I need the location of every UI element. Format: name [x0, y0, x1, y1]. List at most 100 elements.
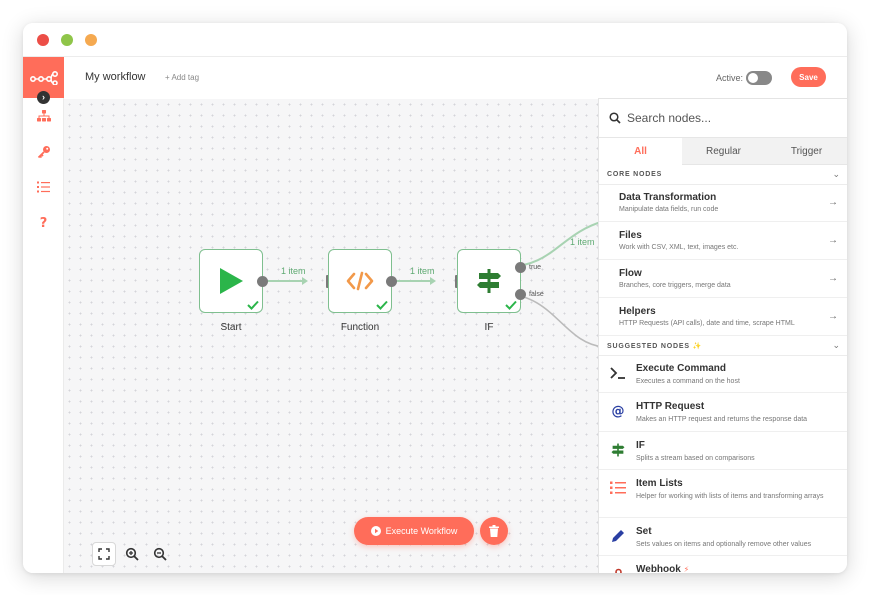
toggle-knob	[748, 73, 758, 83]
node-item-execute-command[interactable]: Execute Command Executes a command on th…	[599, 356, 847, 393]
list-icon	[609, 479, 627, 497]
sidebar: › ?	[23, 57, 64, 573]
node-item-title: HTTP Request	[636, 401, 705, 412]
pen-icon	[609, 527, 627, 545]
connection-arrow-icon	[430, 277, 436, 285]
arrow-right-icon: →	[828, 311, 838, 322]
zoom-in-button[interactable]	[120, 542, 144, 566]
category-helpers[interactable]: Helpers HTTP Requests (API calls), date …	[599, 299, 847, 336]
search-nodes-input[interactable]	[627, 108, 837, 128]
chevron-down-icon: ⌄	[832, 169, 840, 179]
arrow-right-icon: →	[828, 273, 838, 284]
category-description: Manipulate data fields, run code	[619, 206, 719, 213]
signpost-icon	[477, 269, 501, 293]
tab-all[interactable]: All	[599, 138, 682, 165]
play-icon	[220, 268, 243, 294]
node-item-description: Sets values on items and optionally remo…	[636, 541, 812, 548]
tab-regular[interactable]: Regular	[682, 138, 765, 165]
sparkle-icon: ✨	[692, 343, 703, 350]
workflow-header: My workflow + Add tag Active: Save	[64, 57, 847, 99]
code-icon	[346, 271, 374, 291]
node-item-http-request[interactable]: @ HTTP Request Makes an HTTP request and…	[599, 394, 847, 432]
zoom-out-icon	[153, 547, 167, 561]
zoom-out-button[interactable]	[148, 542, 172, 566]
arrow-right-icon: →	[828, 197, 838, 208]
close-window-button[interactable]	[37, 34, 49, 46]
function-node[interactable]	[328, 249, 392, 313]
if-true-output-port[interactable]	[515, 262, 526, 273]
suggested-nodes-header[interactable]: SUGGESTED NODES ✨ ⌄	[599, 336, 847, 356]
minimize-window-button[interactable]	[85, 34, 97, 46]
core-nodes-heading: CORE NODES	[607, 171, 663, 178]
category-title: Files	[619, 230, 642, 241]
suggested-nodes-heading: SUGGESTED NODES ✨	[607, 343, 703, 350]
save-button[interactable]: Save	[791, 67, 826, 87]
execute-workflow-label: Execute Workflow	[385, 526, 458, 536]
node-item-title: Execute Command	[636, 363, 727, 374]
executions-list-icon[interactable]	[34, 177, 53, 196]
category-description: Branches, core triggers, merge data	[619, 282, 731, 289]
active-label: Active:	[716, 73, 744, 83]
node-item-item-lists[interactable]: Item Lists Helper for working with lists…	[599, 471, 847, 518]
title-bar	[23, 23, 847, 57]
terminal-icon	[609, 364, 627, 382]
workflow-name[interactable]: My workflow	[85, 71, 146, 83]
category-title: Helpers	[619, 306, 656, 317]
connection-item-count: 1 item	[281, 266, 306, 276]
check-icon	[376, 300, 388, 310]
delete-workflow-button[interactable]	[480, 517, 508, 545]
zoom-in-icon	[125, 547, 139, 561]
play-circle-icon	[370, 526, 381, 536]
category-data-transformation[interactable]: Data Transformation Manipulate data fiel…	[599, 185, 847, 222]
credentials-key-icon[interactable]	[34, 142, 53, 161]
true-branch-label: true	[529, 264, 542, 271]
node-item-title: IF	[636, 440, 645, 451]
search-icon	[609, 112, 621, 124]
maximize-window-button[interactable]	[61, 34, 73, 46]
category-files[interactable]: Files Work with CSV, XML, text, images e…	[599, 223, 847, 260]
app-window: › ? My workflow + Add tag Active: Save S…	[23, 23, 847, 573]
fullscreen-icon	[98, 548, 110, 560]
category-flow[interactable]: Flow Branches, core triggers, merge data…	[599, 261, 847, 298]
start-node-label: Start	[220, 322, 242, 333]
expand-sidebar-icon[interactable]: ›	[37, 91, 50, 104]
connection-item-count: 1 item	[410, 266, 435, 276]
function-output-port[interactable]	[386, 276, 397, 287]
check-icon	[505, 300, 517, 310]
trigger-bolt-icon: ⚡	[683, 565, 690, 573]
category-title: Flow	[619, 268, 642, 279]
at-sign-icon: @	[611, 403, 625, 419]
node-item-description: Helper for working with lists of items a…	[636, 493, 824, 500]
node-item-title: Item Lists	[636, 478, 683, 489]
if-node[interactable]	[457, 249, 521, 313]
zoom-to-fit-button[interactable]	[92, 542, 116, 566]
false-branch-label: false	[529, 291, 544, 298]
workflows-icon[interactable]	[34, 107, 53, 126]
node-item-webhook[interactable]: Webhook ⚡	[599, 557, 847, 573]
add-tag-link[interactable]: + Add tag	[165, 73, 199, 82]
node-item-set[interactable]: Set Sets values on items and optionally …	[599, 519, 847, 556]
webhook-icon	[609, 565, 627, 573]
node-creator-panel: All Regular Trigger CORE NODES ⌄ Data Tr…	[598, 98, 847, 573]
if-node-label: IF	[484, 322, 494, 333]
category-description: HTTP Requests (API calls), date and time…	[619, 320, 795, 327]
category-title: Data Transformation	[619, 192, 717, 203]
node-item-title: Webhook ⚡	[636, 564, 690, 573]
start-output-port[interactable]	[257, 276, 268, 287]
execute-workflow-button[interactable]: Execute Workflow	[354, 517, 474, 545]
arrow-right-icon: →	[828, 235, 838, 246]
check-icon	[247, 300, 259, 310]
start-node[interactable]	[199, 249, 263, 313]
node-item-description: Makes an HTTP request and returns the re…	[636, 416, 808, 423]
node-item-if[interactable]: IF Splits a stream based on comparisons	[599, 433, 847, 470]
active-toggle[interactable]	[746, 71, 772, 85]
function-node-label: Function	[340, 322, 380, 333]
help-icon[interactable]: ?	[34, 214, 53, 233]
tab-trigger[interactable]: Trigger	[765, 138, 847, 165]
if-false-output-port[interactable]	[515, 289, 526, 300]
category-description: Work with CSV, XML, text, images etc.	[619, 244, 739, 251]
core-nodes-header[interactable]: CORE NODES ⌄	[599, 165, 847, 185]
chevron-down-icon: ⌄	[832, 340, 840, 350]
connection-arrow-icon	[302, 277, 308, 285]
node-item-title: Set	[636, 526, 652, 537]
